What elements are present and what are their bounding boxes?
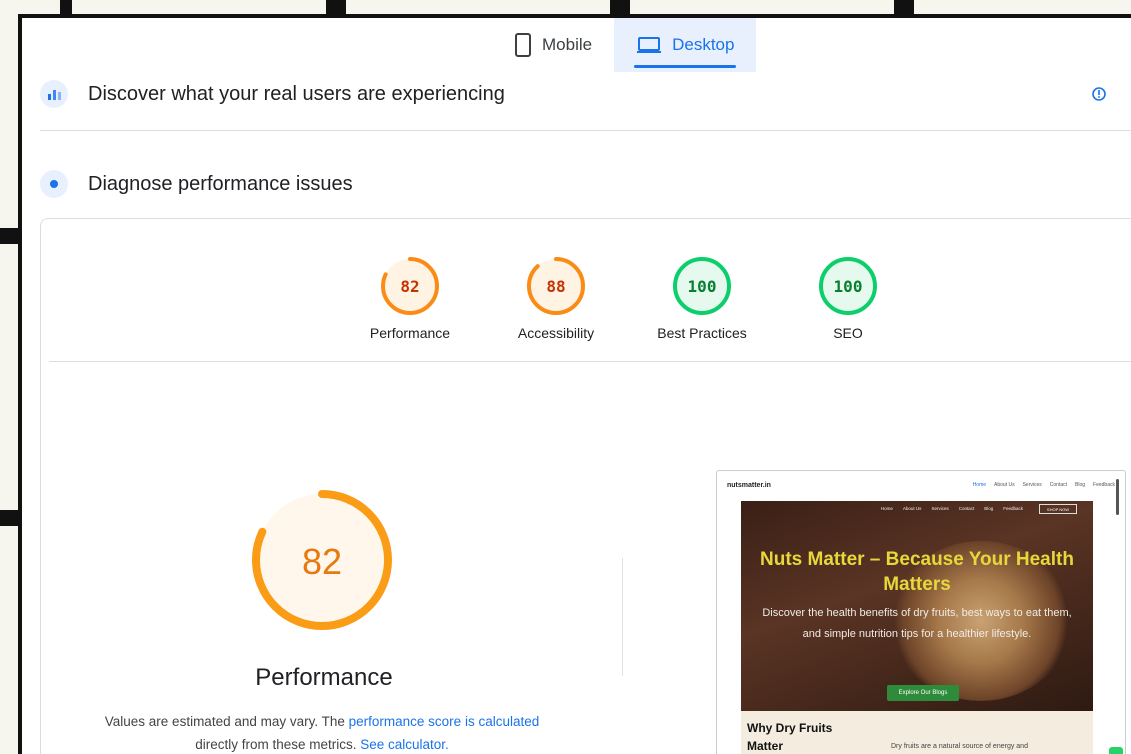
- hero-nav-link: Services: [931, 505, 949, 511]
- thumb-hero: Home About Us Services Contact Blog Feed…: [741, 501, 1093, 711]
- main-performance-gauge: 82: [252, 490, 392, 630]
- phone-icon: [515, 33, 531, 57]
- thumb-nav-link: Feedback: [1093, 482, 1115, 488]
- bg-tile: [610, 0, 630, 14]
- users-chart-icon: [40, 80, 68, 108]
- score-label: SEO: [833, 325, 863, 341]
- thumb-nav-link: Services: [1022, 482, 1042, 488]
- see-calculator-link[interactable]: See calculator.: [360, 737, 449, 752]
- hero-title: Nuts Matter – Because Your Health Matter…: [760, 549, 1074, 595]
- score-gauge-performance[interactable]: 82 Performance: [355, 255, 465, 341]
- real-users-title: Discover what your real users are experi…: [88, 82, 505, 105]
- thumb-nav-link: Blog: [1075, 482, 1086, 488]
- info-icon[interactable]: [1091, 86, 1107, 107]
- thumb-section-text: Dry fruits are a natural source of energ…: [891, 743, 1028, 750]
- laptop-icon: [637, 37, 662, 53]
- tab-desktop[interactable]: Desktop: [614, 18, 757, 72]
- thumb-section: Why Dry Fruits Matter Dry fruits are a n…: [741, 711, 1093, 754]
- score-label: Performance: [369, 325, 451, 341]
- hero-nav-link: Home: [880, 505, 893, 511]
- bg-tile: [326, 0, 346, 14]
- whatsapp-icon: [1109, 747, 1123, 754]
- thumb-section-heading: Why Dry Fruits Matter: [747, 721, 833, 753]
- desc-text-1: Values are estimated and may vary. The: [104, 714, 349, 729]
- hero-subtitle: Discover the health benefits of dry frui…: [762, 607, 1072, 640]
- diagnose-title: Diagnose performance issues: [88, 172, 353, 195]
- thumb-scrollbar: [1116, 479, 1119, 515]
- score-value: 82: [400, 277, 419, 296]
- hero-nav-link: About Us: [902, 505, 922, 511]
- bg-tile: [0, 228, 18, 244]
- device-tabs: Mobile Desktop: [492, 18, 757, 72]
- main-score-label: Performance: [255, 664, 393, 691]
- thumb-nav-link: Contact: [1049, 482, 1068, 488]
- main-score-value: 82: [302, 541, 342, 582]
- hero-nav-link: Feedback: [1003, 505, 1023, 511]
- desc-text-2: directly from these metrics.: [195, 737, 361, 752]
- score-gauge-seo[interactable]: 100 SEO: [793, 255, 903, 341]
- thumb-site-name: nutsmatter.in: [727, 481, 771, 489]
- explore-blogs-button: Explore Our Blogs: [887, 685, 959, 701]
- page-screenshot-thumbnail[interactable]: nutsmatter.in Home About Us Services Con…: [716, 470, 1126, 754]
- score-label: Best Practices: [657, 325, 747, 341]
- diagnose-section[interactable]: Diagnose performance issues: [40, 170, 1131, 198]
- bg-tile: [60, 0, 72, 14]
- tab-desktop-label: Desktop: [672, 35, 735, 54]
- bg-tile: [894, 0, 914, 14]
- score-value: 88: [546, 277, 565, 296]
- score-label: Accessibility: [517, 325, 595, 341]
- tab-mobile[interactable]: Mobile: [492, 18, 614, 72]
- thumb-nav-link: About Us: [994, 482, 1015, 488]
- score-description: Values are estimated and may vary. The p…: [62, 710, 582, 754]
- vertical-divider: [622, 558, 623, 676]
- thumb-nav-links: Home About Us Services Contact Blog Feed…: [973, 482, 1115, 488]
- pagespeed-window: Mobile Desktop Discover what your real u…: [18, 14, 1131, 754]
- score-gauge-best-practices[interactable]: 100 Best Practices: [647, 255, 757, 341]
- lighthouse-icon: [40, 170, 68, 198]
- thumb-nav-link: Home: [972, 482, 987, 488]
- real-users-section[interactable]: Discover what your real users are experi…: [40, 80, 1131, 108]
- hero-nav-link: Blog: [984, 505, 994, 511]
- score-value: 100: [834, 277, 863, 296]
- card-divider: [49, 361, 1131, 362]
- section-divider: [40, 130, 1131, 131]
- bg-tile: [0, 510, 18, 526]
- tab-mobile-label: Mobile: [542, 35, 593, 54]
- thumb-topbar: nutsmatter.in Home About Us Services Con…: [717, 471, 1125, 499]
- hero-nav-link: Contact: [958, 505, 975, 511]
- shop-now-button: SHOP NOW: [1039, 504, 1077, 514]
- performance-score-link[interactable]: performance score is calculated: [349, 714, 540, 729]
- score-gauge-accessibility[interactable]: 88 Accessibility: [501, 255, 611, 341]
- score-value: 100: [688, 277, 717, 296]
